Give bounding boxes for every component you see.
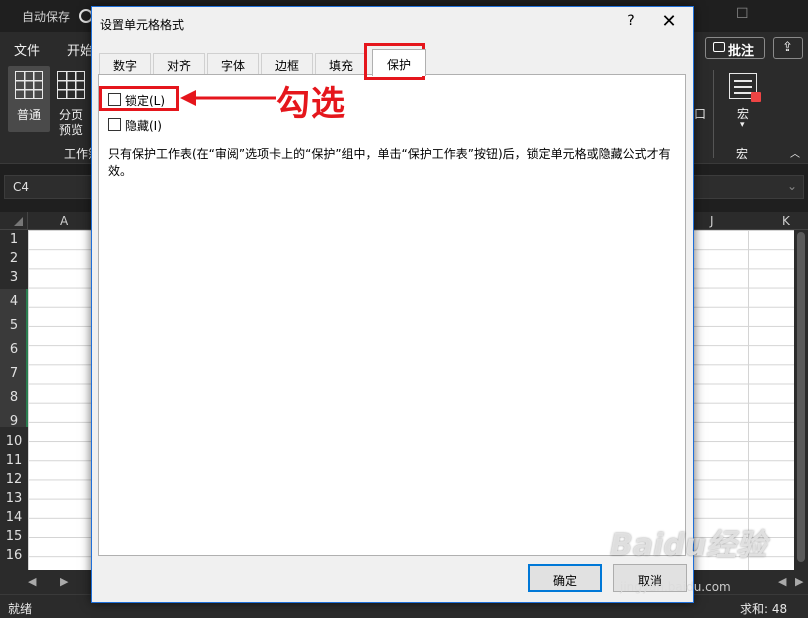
- row-header[interactable]: 2: [0, 251, 28, 266]
- row-header[interactable]: 11: [0, 453, 28, 468]
- row-header[interactable]: 10: [0, 434, 28, 449]
- hidden-label[interactable]: 隐藏(I): [125, 117, 162, 134]
- share-button[interactable]: ⇪: [773, 37, 803, 59]
- row-header[interactable]: 4: [0, 294, 28, 309]
- watermark-url: jingyan.baidu.com: [620, 580, 731, 594]
- sheet-next-arrow-icon[interactable]: ▶: [60, 575, 68, 588]
- dialog-tab-bar: 数字 对齐 字体 边框 填充 保护: [98, 49, 687, 76]
- column-header-a[interactable]: A: [60, 214, 68, 228]
- row-header[interactable]: 1: [0, 232, 28, 247]
- scrollbar-thumb[interactable]: [797, 232, 805, 562]
- row-header[interactable]: 3: [0, 270, 28, 285]
- ok-button[interactable]: 确定: [528, 564, 602, 592]
- menu-home[interactable]: 开始: [67, 40, 93, 59]
- row-header[interactable]: 9: [0, 414, 28, 429]
- page-break-icon: [57, 71, 85, 99]
- protection-description: 只有保护工作表(在“审阅”选项卡上的“保护”组中，单击“保护工作表”按钮)后，锁…: [108, 147, 671, 178]
- dialog-title: 设置单元格格式: [100, 18, 185, 32]
- row-header[interactable]: 15: [0, 529, 28, 544]
- row-header[interactable]: 13: [0, 491, 28, 506]
- macro-icon: [729, 73, 761, 102]
- column-header-j[interactable]: J: [710, 214, 714, 228]
- status-ready: 就绪: [8, 602, 33, 616]
- menu-file[interactable]: 文件: [14, 40, 40, 59]
- vertical-scrollbar[interactable]: [794, 230, 808, 570]
- column-header-k[interactable]: K: [782, 214, 790, 228]
- annotation-arrow-icon: [180, 90, 276, 106]
- collapse-ribbon-icon[interactable]: ︿: [790, 145, 800, 160]
- annotation-text: 勾选: [276, 84, 346, 125]
- row-header[interactable]: 16: [0, 548, 28, 563]
- watermark-main: Baidu经验: [610, 528, 767, 563]
- view-normal-label: 普通: [17, 108, 42, 122]
- comment-button[interactable]: 批注: [705, 37, 765, 59]
- hidden-checkbox[interactable]: [108, 118, 121, 131]
- row-header[interactable]: 8: [0, 390, 28, 405]
- name-box[interactable]: C4: [4, 175, 94, 199]
- help-icon[interactable]: ?: [621, 13, 641, 33]
- select-all-corner[interactable]: [0, 212, 28, 230]
- autosave-label: 自动保存: [22, 10, 71, 24]
- grid-icon: [15, 71, 43, 99]
- view-pagebreak-label-2: 预览: [59, 123, 84, 137]
- row-header[interactable]: 7: [0, 366, 28, 381]
- macro-dropdown-icon: ▾: [740, 120, 745, 130]
- comment-icon: [713, 42, 725, 52]
- locked-highlight: [99, 86, 179, 111]
- ribbon-separator: [713, 70, 714, 158]
- expand-formula-icon[interactable]: ⌄: [787, 179, 797, 193]
- hscroll-right-arrow-icon[interactable]: ▶: [795, 575, 803, 588]
- ribbon-edge-label: 口: [694, 107, 707, 121]
- view-normal-button[interactable]: 普通: [8, 66, 50, 132]
- tab-fill[interactable]: 填充: [315, 53, 367, 75]
- share-icon: ⇪: [782, 40, 793, 55]
- row-header[interactable]: 5: [0, 318, 28, 333]
- tab-border[interactable]: 边框: [261, 53, 313, 75]
- tab-alignment[interactable]: 对齐: [153, 53, 205, 75]
- comment-button-label: 批注: [728, 44, 755, 59]
- status-sum: 求和: 48: [740, 602, 788, 616]
- tab-protection[interactable]: 保护: [372, 49, 426, 76]
- row-header[interactable]: 12: [0, 472, 28, 487]
- tab-font[interactable]: 字体: [207, 53, 259, 75]
- close-icon[interactable]: ✕: [659, 11, 679, 33]
- row-headers: 1 2 3 4 5 6 7 8 9 10 11 12 13 14 15 16: [0, 230, 28, 570]
- row-header[interactable]: 14: [0, 510, 28, 525]
- formula-input[interactable]: ⌄: [690, 175, 804, 199]
- protection-panel: 锁定(L) 隐藏(I) 只有保护工作表(在“审阅”选项卡上的“保护”组中，单击“…: [98, 74, 686, 556]
- sheet-prev-arrow-icon[interactable]: ◀: [28, 575, 36, 588]
- tab-number[interactable]: 数字: [99, 53, 151, 75]
- selected-rows-highlight: [0, 289, 28, 427]
- row-header[interactable]: 6: [0, 342, 28, 357]
- restore-icon[interactable]: ☐: [736, 6, 749, 22]
- hscroll-left-arrow-icon[interactable]: ◀: [778, 575, 786, 588]
- macro-group-label: 宏: [736, 147, 749, 161]
